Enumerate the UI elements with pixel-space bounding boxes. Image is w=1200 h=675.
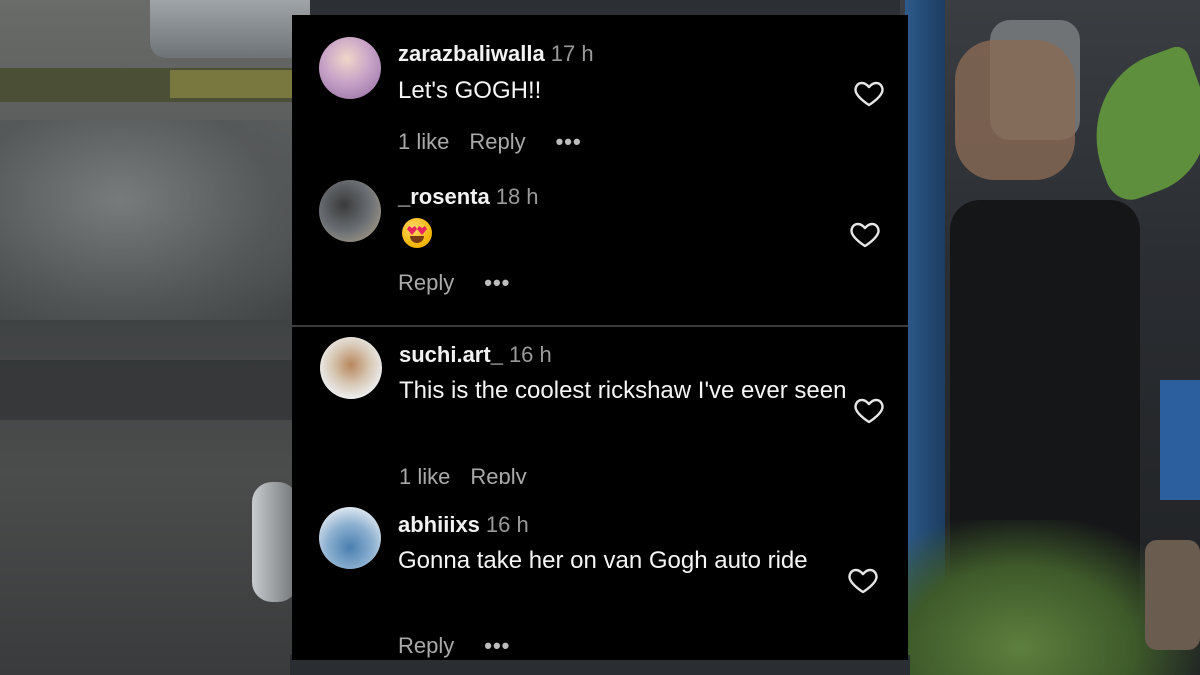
comment-meta: suchi.art_ 16 h bbox=[399, 342, 552, 368]
heart-outline-icon[interactable] bbox=[852, 394, 886, 426]
comment-meta: zarazbaliwalla 17 h bbox=[398, 41, 594, 67]
stone bbox=[1145, 540, 1200, 650]
comment-text: This is the coolest rickshaw I've ever s… bbox=[399, 377, 847, 404]
heart-eyes-emoji bbox=[402, 218, 432, 248]
heart-outline-icon[interactable] bbox=[846, 564, 880, 596]
more-options-icon[interactable]: ••• bbox=[484, 270, 510, 296]
heart-outline-icon[interactable] bbox=[852, 77, 886, 109]
comment-actions: 1 like Reply ••• bbox=[398, 129, 602, 155]
reply-button[interactable]: Reply bbox=[398, 633, 454, 659]
comments-panel-top: zarazbaliwalla 17 h Let's GOGH!! 1 like Re… bbox=[292, 15, 908, 325]
comment-actions: 1 like Reply bbox=[399, 464, 547, 484]
wet-road-reflection bbox=[0, 120, 300, 320]
timestamp: 17 h bbox=[550, 41, 594, 66]
username[interactable]: abhiiixs bbox=[398, 512, 480, 537]
timestamp: 18 h bbox=[495, 184, 539, 209]
reply-button[interactable]: Reply bbox=[469, 129, 525, 155]
timestamp: 16 h bbox=[485, 512, 529, 537]
heart-outline-icon[interactable] bbox=[848, 218, 882, 250]
more-options-icon[interactable]: ••• bbox=[484, 633, 510, 659]
person-arm bbox=[955, 40, 1075, 180]
username[interactable]: _rosenta bbox=[398, 184, 490, 209]
curb-paint bbox=[170, 70, 300, 98]
avatar[interactable] bbox=[319, 507, 381, 569]
parked-car bbox=[150, 0, 310, 58]
comment-text: Let's GOGH!! bbox=[398, 77, 542, 104]
reply-button[interactable]: Reply bbox=[398, 270, 454, 296]
comment-actions: Reply ••• bbox=[398, 270, 530, 296]
comment-meta: abhiiixs 16 h bbox=[398, 512, 529, 538]
timestamp: 16 h bbox=[508, 342, 552, 367]
comment-meta: _rosenta 18 h bbox=[398, 184, 539, 210]
comment-actions: Reply ••• bbox=[398, 633, 530, 659]
avatar[interactable] bbox=[320, 337, 382, 399]
like-count[interactable]: 1 like bbox=[399, 464, 450, 484]
username[interactable]: zarazbaliwalla bbox=[398, 41, 545, 66]
reply-button[interactable]: Reply bbox=[470, 464, 526, 484]
avatar[interactable] bbox=[319, 180, 381, 242]
comments-panel-bottom: suchi.art_ 16 h This is the coolest ricks… bbox=[292, 327, 908, 660]
comment-text: Gonna take her on van Gogh auto ride bbox=[398, 547, 808, 574]
wet-road-shadow bbox=[0, 360, 300, 420]
like-count[interactable]: 1 like bbox=[398, 129, 449, 155]
username[interactable]: suchi.art_ bbox=[399, 342, 503, 367]
more-options-icon[interactable]: ••• bbox=[556, 129, 582, 155]
avatar[interactable] bbox=[319, 37, 381, 99]
blue-object bbox=[1160, 380, 1200, 500]
